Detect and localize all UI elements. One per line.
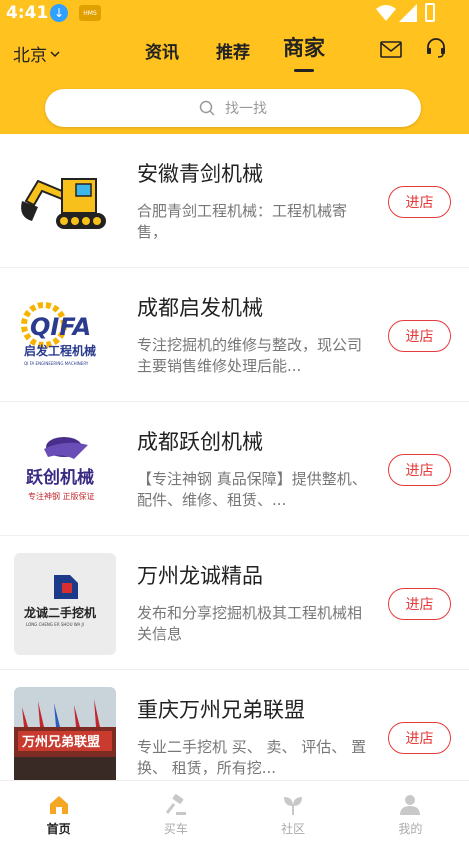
tab-merchants[interactable]: 商家 [283, 32, 325, 62]
merchant-name: 成都启发机械 [137, 296, 263, 320]
mail-icon[interactable] [380, 41, 402, 58]
nav-community-label: 社区 [281, 822, 306, 836]
tab-news[interactable]: 资讯 [145, 38, 179, 63]
battery-icon [425, 3, 435, 22]
nav-home-label: 首页 [46, 822, 71, 836]
wifi-icon [376, 5, 396, 21]
longcheng-logo-sub: LONG CHENG ER SHOU WA JI [26, 622, 84, 627]
nav-home[interactable]: 首页 [0, 781, 117, 841]
nav-community[interactable]: 社区 [235, 781, 352, 841]
nav-buy-car-label: 买车 [163, 822, 188, 836]
longcheng-logo-text: 龙诚二手挖机 [24, 605, 96, 620]
qifa-logo: QIFA 启发工程机械 QI FA ENGINEERING MACHINERY [14, 285, 116, 387]
active-tab-indicator [294, 69, 314, 72]
nav-profile-label: 我的 [398, 822, 423, 836]
headset-icon[interactable] [425, 37, 447, 59]
qifa-logo-text: QIFA [30, 313, 91, 341]
storefront-sign-text: 万州兄弟联盟 [21, 734, 100, 750]
search-placeholder: 找一找 [225, 101, 267, 117]
tab-recommend[interactable]: 推荐 [216, 38, 250, 63]
chevron-down-icon [50, 50, 60, 57]
search-icon [199, 100, 215, 116]
status-time: 4:41 [6, 3, 49, 23]
merchant-name: 万州龙诚精品 [137, 564, 263, 588]
yuechuang-logo: 跃创机械 专注神钢 正版保证 [14, 419, 116, 521]
excavator-logo-icon [14, 151, 116, 253]
merchant-name: 成都跃创机械 [137, 430, 263, 454]
city-label: 北京 [13, 46, 47, 66]
list-item[interactable]: QIFA 启发工程机械 QI FA ENGINEERING MACHINERY … [0, 268, 469, 402]
longcheng-logo: 龙诚二手挖机 LONG CHENG ER SHOU WA JI [14, 553, 116, 655]
user-icon [400, 795, 421, 815]
merchant-description: 专注挖掘机的维修与整改，现公司主要销售维修处理后能... [137, 336, 363, 375]
enter-shop-button[interactable]: 进店 [388, 722, 451, 754]
merchant-list: 安徽青剑机械 合肥青剑工程机械：工程机械寄售， 进店 QIFA 启发工程机械 Q… [0, 134, 469, 804]
merchant-description: 发布和分享挖掘机极其工程机械相关信息 [137, 604, 363, 643]
wanzhou-storefront-photo: 万州兄弟联盟 [14, 687, 116, 789]
gavel-icon [165, 794, 186, 815]
merchant-description: 专业二手挖机 买、 卖、 评估、 置换、 租赁，所有挖... [137, 738, 367, 777]
city-selector[interactable]: 北京 [13, 41, 60, 66]
hms-icon: HMS [79, 5, 101, 21]
list-item[interactable]: 龙诚二手挖机 LONG CHENG ER SHOU WA JI 万州龙诚精品 发… [0, 536, 469, 670]
sprout-icon [284, 797, 303, 815]
enter-shop-button[interactable]: 进店 [388, 454, 451, 486]
yuechuang-logo-sub: 专注神钢 正版保证 [28, 491, 95, 501]
nav-buy-car[interactable]: 买车 [117, 781, 234, 841]
enter-shop-button[interactable]: 进店 [388, 186, 451, 218]
merchant-name: 安徽青剑机械 [137, 162, 263, 186]
home-icon [49, 796, 68, 814]
merchant-name: 重庆万州兄弟联盟 [137, 698, 305, 722]
merchant-description: 合肥青剑工程机械：工程机械寄售， [137, 202, 348, 241]
qifa-logo-tiny: QI FA ENGINEERING MACHINERY [24, 361, 89, 366]
signal-icon [399, 4, 417, 22]
list-item[interactable]: 跃创机械 专注神钢 正版保证 成都跃创机械 【专注神钢 真品保障】提供整机、配件… [0, 402, 469, 536]
status-bar: 4:41 ↓ HMS [0, 0, 469, 28]
yuechuang-logo-text: 跃创机械 [26, 467, 94, 488]
list-item[interactable]: 安徽青剑机械 合肥青剑工程机械：工程机械寄售， 进店 [0, 134, 469, 268]
merchant-description: 【专注神钢 真品保障】提供整机、配件、维修、租赁、... [137, 470, 367, 509]
enter-shop-button[interactable]: 进店 [388, 320, 451, 352]
qifa-logo-sub: 启发工程机械 [24, 343, 96, 358]
header-bar: 4:41 ↓ HMS 北京 资讯 推荐 商家 找一找 [0, 0, 469, 134]
download-icon: ↓ [50, 4, 68, 22]
enter-shop-button[interactable]: 进店 [388, 588, 451, 620]
nav-profile[interactable]: 我的 [352, 781, 469, 841]
bottom-navigation: 首页 买车 社区 我的 [0, 780, 469, 841]
search-input[interactable]: 找一找 [45, 89, 421, 127]
